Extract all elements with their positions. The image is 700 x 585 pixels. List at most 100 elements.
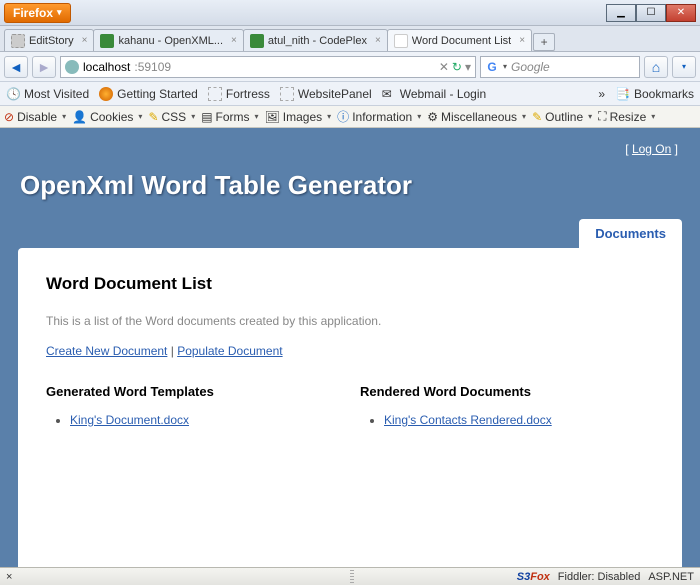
close-addonbar[interactable]: × bbox=[6, 571, 12, 583]
tab-label: atul_nith - CodePlex bbox=[268, 35, 367, 47]
reload-icon[interactable]: ↻ bbox=[452, 60, 462, 74]
close-icon[interactable]: × bbox=[78, 35, 88, 46]
populate-document-link[interactable]: Populate Document bbox=[177, 344, 282, 358]
page-icon bbox=[394, 34, 408, 48]
new-tab-button[interactable]: + bbox=[533, 33, 555, 51]
bookmark-fortress[interactable]: Fortress bbox=[208, 87, 270, 101]
page-icon bbox=[280, 87, 294, 101]
dropdown-icon[interactable]: ▾ bbox=[503, 62, 507, 71]
page-heading: Word Document List bbox=[46, 274, 654, 294]
url-actions: ✕ ↻ ▾ bbox=[439, 60, 471, 74]
firefox-menu-button[interactable]: Firefox bbox=[4, 3, 71, 23]
dev-label: Disable bbox=[17, 110, 57, 124]
dev-label: Images bbox=[283, 110, 322, 124]
close-icon[interactable]: × bbox=[371, 35, 381, 46]
pencil-icon: ✎ bbox=[532, 110, 542, 124]
window-controls: ▁ ☐ ✕ bbox=[606, 4, 696, 22]
bookmark-mostvisited[interactable]: 🕓 Most Visited bbox=[6, 87, 89, 101]
search-box[interactable]: G ▾ Google bbox=[480, 56, 640, 78]
dev-images[interactable]: 🖼Images bbox=[265, 110, 332, 124]
dev-label: Resize bbox=[610, 110, 647, 124]
gear-icon: ⚙ bbox=[427, 110, 438, 124]
dev-cookies[interactable]: 👤Cookies bbox=[72, 110, 142, 124]
column-heading: Rendered Word Documents bbox=[360, 384, 654, 399]
page-icon bbox=[208, 87, 222, 101]
dev-resize[interactable]: ⛶ Resize bbox=[598, 109, 655, 124]
firefox-label: Firefox bbox=[13, 6, 53, 20]
tab-documents[interactable]: Documents bbox=[579, 219, 682, 248]
page-content: [ Log On ] OpenXml Word Table Generator … bbox=[0, 128, 700, 567]
tab-wordlist[interactable]: Word Document List × bbox=[387, 29, 532, 51]
bookmark-webmail[interactable]: ✉Webmail - Login bbox=[382, 87, 486, 101]
history-icon: 🕓 bbox=[6, 87, 20, 101]
webdev-toolbar: ⊘Disable 👤Cookies ✎CSS ▤Forms 🖼Images ⓘI… bbox=[0, 106, 700, 128]
dev-forms[interactable]: ▤Forms bbox=[201, 110, 258, 124]
tab-label: kahanu - OpenXML... bbox=[118, 35, 223, 47]
url-bar[interactable]: localhost :59109 ✕ ↻ ▾ bbox=[60, 56, 476, 78]
template-file-link[interactable]: King's Document.docx bbox=[70, 413, 189, 427]
templates-column: Generated Word Templates King's Document… bbox=[46, 384, 340, 429]
dev-outline[interactable]: ✎Outline bbox=[532, 110, 592, 124]
create-document-link[interactable]: Create New Document bbox=[46, 344, 167, 358]
main-panel: Word Document List This is a list of the… bbox=[18, 248, 682, 567]
list-item: King's Contacts Rendered.docx bbox=[384, 411, 654, 429]
dev-css[interactable]: ✎CSS bbox=[148, 110, 195, 124]
fiddler-status[interactable]: Fiddler: Disabled bbox=[558, 571, 641, 583]
column-heading: Generated Word Templates bbox=[46, 384, 340, 399]
back-button[interactable]: ◄ bbox=[4, 56, 28, 78]
image-icon: 🖼 bbox=[265, 110, 280, 124]
rendered-column: Rendered Word Documents King's Contacts … bbox=[360, 384, 654, 429]
aspnet-status[interactable]: ASP.NET bbox=[648, 571, 694, 583]
list-item: King's Document.docx bbox=[70, 411, 340, 429]
resize-icon: ⛶ bbox=[598, 109, 606, 124]
dev-label: Information bbox=[352, 110, 412, 124]
login-area: [ Log On ] bbox=[18, 140, 682, 166]
info-icon: ⓘ bbox=[337, 108, 349, 125]
downloads-button[interactable]: ▾ bbox=[672, 56, 696, 78]
intro-text: This is a list of the Word documents cre… bbox=[46, 314, 654, 328]
dev-information[interactable]: ⓘInformation bbox=[337, 108, 421, 125]
dev-miscellaneous[interactable]: ⚙Miscellaneous bbox=[427, 110, 526, 124]
site-identity-icon bbox=[65, 60, 79, 74]
firefox-icon bbox=[99, 87, 113, 101]
bookmarks-toolbar: 🕓 Most Visited Getting Started Fortress W… bbox=[0, 82, 700, 106]
codeplex-icon bbox=[100, 34, 114, 48]
tab-kahanu[interactable]: kahanu - OpenXML... × bbox=[93, 29, 243, 51]
bookmark-gettingstarted[interactable]: Getting Started bbox=[99, 87, 198, 101]
window-titlebar: Firefox ▁ ☐ ✕ bbox=[0, 0, 700, 26]
tab-atul[interactable]: atul_nith - CodePlex × bbox=[243, 29, 388, 51]
dev-disable[interactable]: ⊘Disable bbox=[4, 110, 66, 124]
close-button[interactable]: ✕ bbox=[666, 4, 696, 22]
stop-reload-icon[interactable]: ✕ bbox=[439, 60, 449, 74]
bookmark-websitepanel[interactable]: WebsitePanel bbox=[280, 87, 372, 101]
maximize-button[interactable]: ☐ bbox=[636, 4, 666, 22]
bookmark-label: Getting Started bbox=[117, 87, 198, 101]
person-icon: 👤 bbox=[72, 110, 87, 124]
action-links: Create New Document | Populate Document bbox=[46, 344, 654, 358]
url-port: :59109 bbox=[134, 60, 171, 74]
minimize-button[interactable]: ▁ bbox=[606, 4, 636, 22]
nav-tabs: Documents bbox=[18, 219, 682, 248]
dev-label: Outline bbox=[545, 110, 583, 124]
s3fox-status[interactable]: S3Fox bbox=[517, 571, 550, 583]
close-icon[interactable]: × bbox=[515, 35, 525, 46]
bookmark-label: WebsitePanel bbox=[298, 87, 372, 101]
forward-button[interactable]: ► bbox=[32, 56, 56, 78]
app-title: OpenXml Word Table Generator bbox=[18, 166, 682, 219]
logon-link[interactable]: Log On bbox=[632, 142, 671, 156]
bookmarks-menu[interactable]: 📑Bookmarks bbox=[615, 87, 694, 101]
rendered-file-link[interactable]: King's Contacts Rendered.docx bbox=[384, 413, 552, 427]
codeplex-icon bbox=[250, 34, 264, 48]
close-icon[interactable]: × bbox=[227, 35, 237, 46]
dev-label: CSS bbox=[162, 110, 187, 124]
bookmark-label: Most Visited bbox=[24, 87, 89, 101]
tab-label: Word Document List bbox=[412, 35, 511, 47]
tab-editstory[interactable]: EditStory × bbox=[4, 29, 94, 51]
bookmark-label: Webmail - Login bbox=[400, 87, 486, 101]
dev-label: Miscellaneous bbox=[441, 110, 517, 124]
bookmarks-overflow[interactable]: » bbox=[598, 87, 605, 101]
home-button[interactable]: ⌂ bbox=[644, 56, 668, 78]
dropdown-icon[interactable]: ▾ bbox=[465, 60, 471, 74]
url-host: localhost bbox=[83, 60, 130, 74]
dev-label: Cookies bbox=[90, 110, 133, 124]
